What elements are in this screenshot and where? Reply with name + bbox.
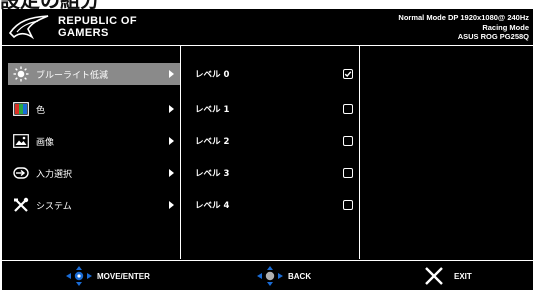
exit-label: EXIT — [454, 271, 472, 281]
menu-item-label: 色 — [36, 105, 46, 116]
checkbox-empty-icon[interactable] — [343, 136, 353, 146]
brand-line-1: REPUBLIC OF — [58, 15, 137, 27]
detail-panel — [360, 46, 533, 259]
input-select-icon — [12, 165, 30, 181]
chevron-right-icon — [169, 70, 174, 78]
chevron-right-icon — [169, 137, 174, 145]
level-option-4[interactable]: レベル 4 — [195, 195, 355, 215]
menu-item-label: ブルーライト低減 — [36, 70, 109, 81]
menu-item-image[interactable]: 画像 — [8, 130, 180, 152]
submenu-blue-light-levels: レベル 0 レベル 1 レベル 2 レベル 3 レベル 4 — [181, 46, 360, 259]
level-option-1[interactable]: レベル 1 — [195, 99, 355, 119]
page: 設定の組分 REPUBLIC OF GAMERS Normal Mode DP … — [0, 0, 535, 290]
chevron-right-icon — [169, 105, 174, 113]
chevron-right-icon — [169, 169, 174, 177]
menu-item-label: システム — [36, 201, 72, 212]
exit-hint[interactable]: EXIT — [424, 261, 472, 290]
main-menu: ブルーライト低減 色 画像 入力選択 システム — [2, 46, 181, 259]
level-label: レベル 1 — [195, 105, 230, 115]
menu-item-label: 入力選択 — [36, 169, 73, 180]
back-hint[interactable]: BACK — [257, 261, 311, 290]
back-navigation-icon — [257, 266, 283, 286]
blue-light-icon — [12, 66, 30, 82]
level-label: レベル 4 — [195, 201, 230, 211]
menu-item-input-select[interactable]: 入力選択 — [8, 162, 180, 184]
menu-item-blue-light[interactable]: ブルーライト低減 — [8, 63, 180, 85]
color-icon — [12, 101, 30, 117]
system-tools-icon — [12, 197, 30, 213]
close-icon — [425, 267, 443, 285]
back-label: BACK — [288, 271, 312, 281]
move-enter-hint[interactable]: MOVE/ENTER — [66, 261, 150, 290]
monitor-status: Normal Mode DP 1920x1080@ 240Hz Racing M… — [398, 13, 529, 42]
checkbox-empty-icon[interactable] — [343, 104, 353, 114]
rog-logo-icon — [8, 15, 49, 40]
osd-footer: MOVE/ENTER BACK EXIT — [2, 260, 533, 290]
brand-logo-text: REPUBLIC OF GAMERS — [58, 15, 137, 39]
level-option-0[interactable]: レベル 0 — [195, 64, 355, 84]
status-mode-resolution: Normal Mode DP 1920x1080@ 240Hz — [398, 13, 529, 22]
brand-line-2: GAMERS — [58, 27, 109, 39]
checkbox-empty-icon[interactable] — [343, 168, 353, 178]
level-label: レベル 2 — [195, 137, 230, 147]
checkbox-empty-icon[interactable] — [343, 200, 353, 210]
menu-item-system[interactable]: システム — [8, 194, 180, 216]
status-gamevisual-mode: Racing Mode — [482, 22, 529, 32]
five-way-navigation-icon — [66, 266, 92, 286]
menu-item-color[interactable]: 色 — [8, 98, 180, 120]
level-label: レベル 3 — [195, 169, 230, 179]
status-model-name: ASUS ROG PG258Q — [457, 32, 529, 41]
image-icon — [12, 133, 30, 149]
osd-window: REPUBLIC OF GAMERS Normal Mode DP 1920x1… — [2, 9, 533, 290]
menu-item-label: 画像 — [36, 137, 55, 148]
level-option-2[interactable]: レベル 2 — [195, 131, 355, 151]
osd-header: REPUBLIC OF GAMERS Normal Mode DP 1920x1… — [2, 9, 533, 46]
level-label: レベル 0 — [195, 70, 230, 80]
move-enter-label: MOVE/ENTER — [97, 271, 150, 281]
level-option-3[interactable]: レベル 3 — [195, 163, 355, 183]
chevron-right-icon — [169, 201, 174, 209]
checkbox-checked-icon[interactable] — [343, 69, 353, 79]
